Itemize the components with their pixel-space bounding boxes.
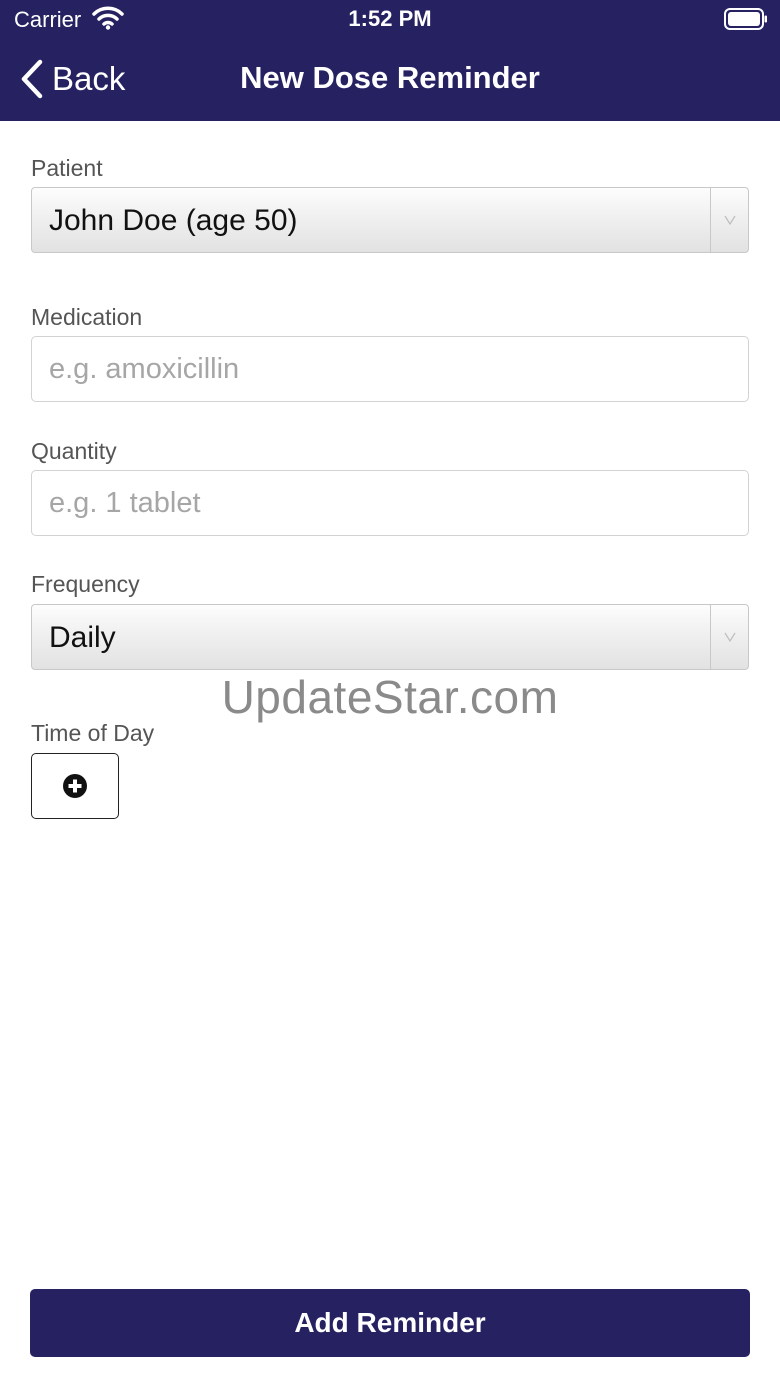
header: Carrier 1:52 PM Back New Dose Reminder bbox=[0, 0, 780, 121]
frequency-label: Frequency bbox=[31, 571, 140, 597]
quantity-label: Quantity bbox=[31, 438, 117, 464]
patient-selected-value: John Doe (age 50) bbox=[49, 204, 298, 237]
plus-circle-icon bbox=[63, 774, 87, 798]
medication-input[interactable] bbox=[31, 336, 749, 402]
patient-label: Patient bbox=[31, 155, 103, 181]
frequency-select[interactable]: Daily bbox=[31, 604, 749, 670]
new-dose-reminder-screen: Carrier 1:52 PM Back New Dose Reminder P… bbox=[0, 0, 780, 1387]
chevron-down-icon bbox=[723, 632, 736, 642]
battery-icon bbox=[724, 8, 767, 30]
status-time: 1:52 PM bbox=[348, 6, 432, 31]
add-reminder-button[interactable]: Add Reminder bbox=[30, 1289, 750, 1357]
watermark: UpdateStar.com bbox=[221, 671, 559, 723]
add-reminder-label: Add Reminder bbox=[294, 1307, 486, 1338]
status-bar: Carrier 1:52 PM bbox=[0, 0, 780, 40]
patient-select[interactable]: John Doe (age 50) bbox=[31, 187, 749, 253]
frequency-selected-value: Daily bbox=[49, 621, 116, 654]
patient-dropdown-arrow[interactable] bbox=[710, 188, 748, 252]
chevron-down-icon bbox=[723, 215, 736, 225]
time-of-day-label: Time of Day bbox=[31, 720, 155, 746]
medication-label: Medication bbox=[31, 304, 143, 330]
page-title: New Dose Reminder bbox=[240, 60, 540, 95]
add-time-button[interactable] bbox=[31, 753, 119, 819]
frequency-dropdown-arrow[interactable] bbox=[710, 605, 748, 669]
navigation-bar: Back New Dose Reminder bbox=[0, 40, 780, 121]
quantity-input[interactable] bbox=[31, 470, 749, 536]
